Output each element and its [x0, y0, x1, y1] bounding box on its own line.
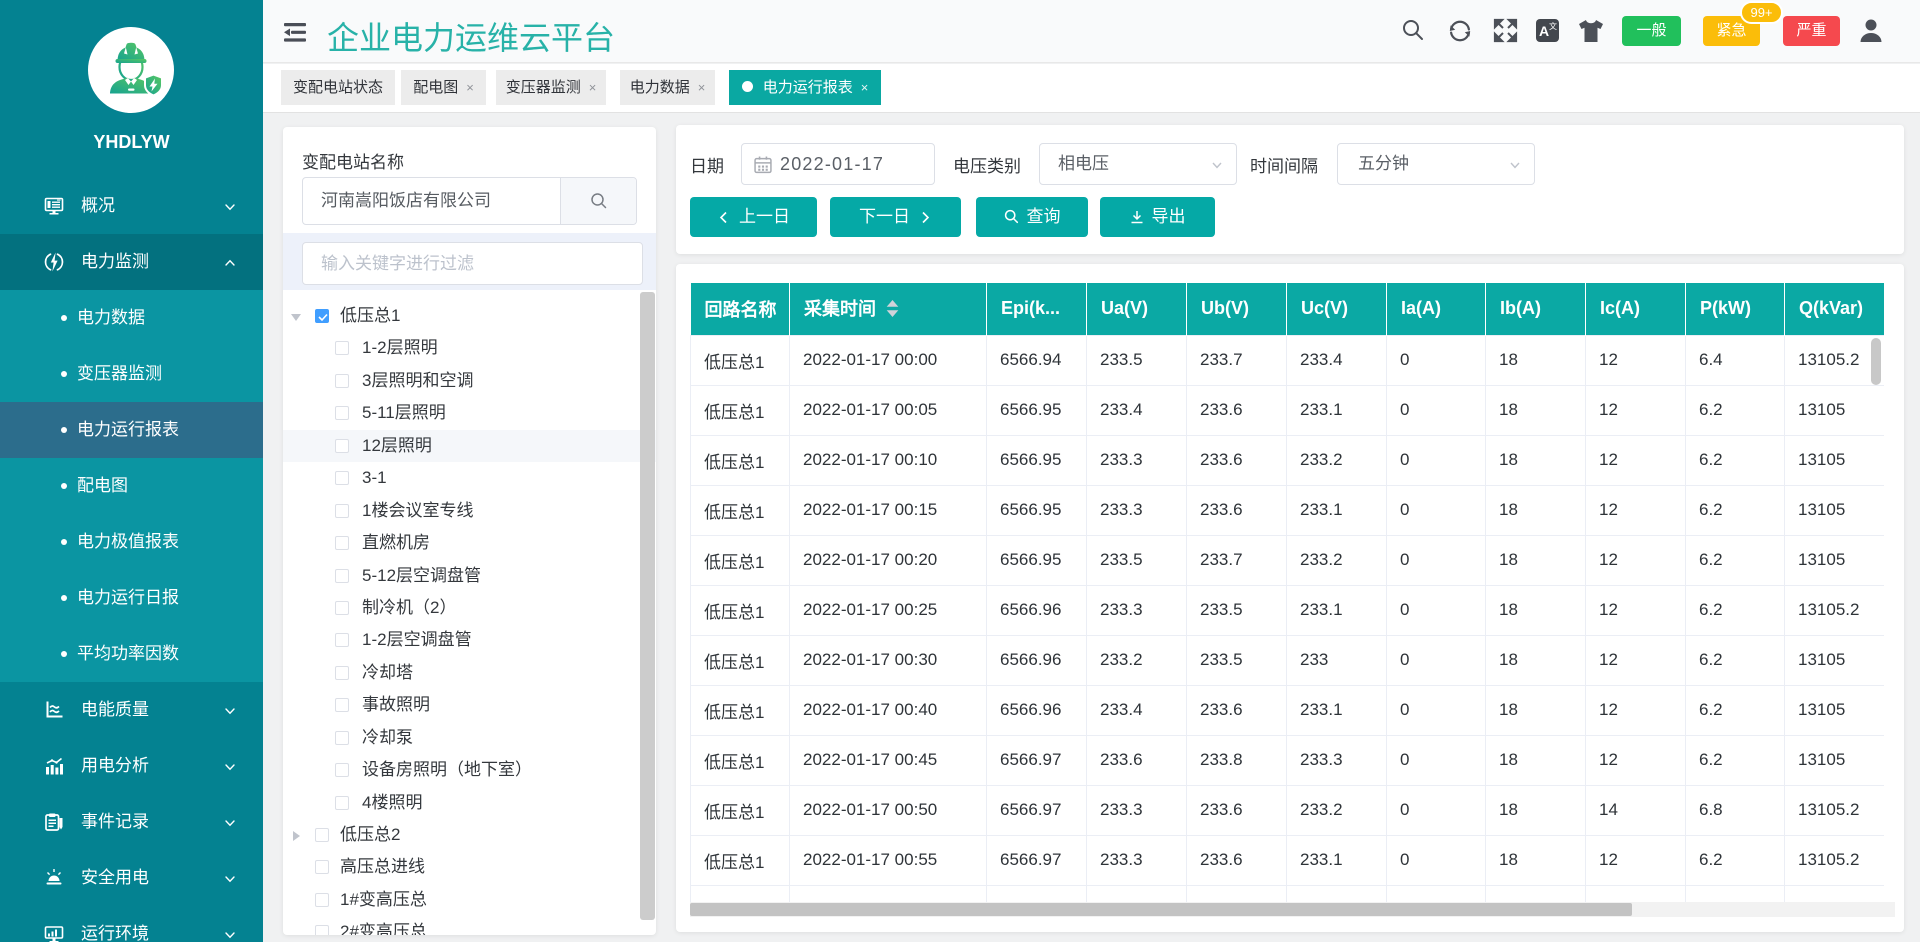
svg-text:A: A [1539, 23, 1549, 39]
svg-text:文: 文 [1549, 21, 1557, 31]
